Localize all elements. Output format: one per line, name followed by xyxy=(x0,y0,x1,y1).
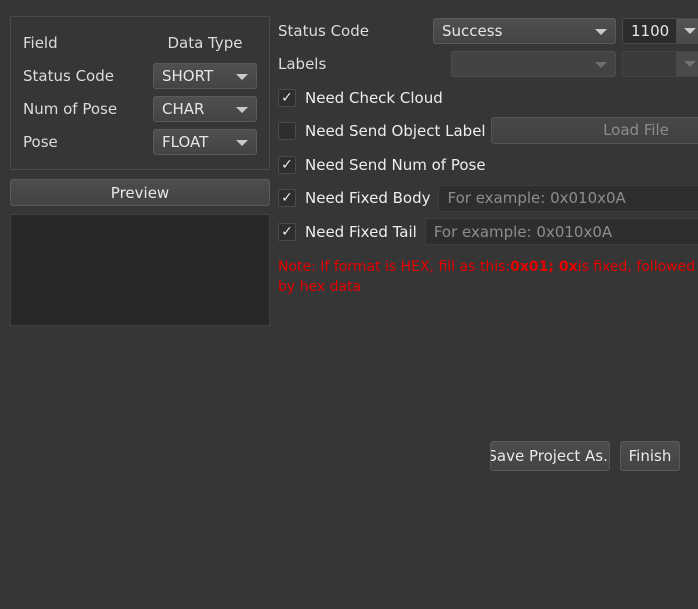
checkbox-need-fixed-tail[interactable]: ✓ xyxy=(278,222,296,241)
chevron-down-icon xyxy=(684,61,696,68)
hex-note-part1: Note: If format is HEX, fill as this: xyxy=(278,258,511,275)
preview-output-area[interactable] xyxy=(10,214,270,326)
fixed-tail-input[interactable]: For example: 0x010x0A xyxy=(424,218,698,246)
row-need-check-cloud: ✓ Need Check Cloud xyxy=(278,81,698,115)
row-need-send-object-label: Need Send Object Label Load File xyxy=(278,115,698,149)
status-code-label: Status Code xyxy=(278,21,369,40)
field-table-header: Field Data Type xyxy=(23,26,257,59)
checkbox-need-send-num-of-pose[interactable]: ✓ xyxy=(278,155,296,174)
status-code-combo-value: Success xyxy=(442,21,503,40)
hex-note-part2: 0x01; 0x xyxy=(510,258,578,275)
load-file-button[interactable]: Load File xyxy=(491,116,698,144)
checkbox-need-send-object-label[interactable] xyxy=(278,122,296,141)
chevron-down-icon xyxy=(684,27,696,34)
row-need-fixed-tail: ✓ Need Fixed Tail For example: 0x010x0A xyxy=(278,215,698,249)
status-code-combo[interactable]: Success xyxy=(433,17,616,44)
row-need-send-num-of-pose: ✓ Need Send Num of Pose xyxy=(278,148,698,182)
status-code-dropdown-button[interactable] xyxy=(676,18,698,43)
chevron-down-icon xyxy=(236,73,248,80)
protocol-settings-panel: Status Code Success 1100 Labels ✓ Need C… xyxy=(278,14,698,297)
labels-label: Labels xyxy=(278,55,327,74)
datatype-combo-num-of-pose-value: CHAR xyxy=(162,99,205,118)
chevron-down-icon xyxy=(595,62,607,69)
header-field-label: Field xyxy=(23,33,58,52)
label-need-check-cloud: Need Check Cloud xyxy=(305,88,443,107)
datatype-combo-status-code[interactable]: SHORT xyxy=(153,62,257,89)
datatype-combo-status-code-value: SHORT xyxy=(162,66,214,85)
label-need-send-num-of-pose: Need Send Num of Pose xyxy=(305,155,486,174)
chevron-down-icon xyxy=(236,106,248,113)
checkbox-need-check-cloud[interactable]: ✓ xyxy=(278,88,296,107)
row-status-code: Status Code Success 1100 xyxy=(278,14,698,48)
row-labels: Labels xyxy=(278,48,698,82)
save-project-as-button[interactable]: Save Project As.. xyxy=(490,441,610,471)
fixed-body-input[interactable]: For example: 0x010x0A xyxy=(438,184,698,212)
field-row-num-of-pose: Num of Pose CHAR xyxy=(23,92,257,125)
labels-dropdown-button[interactable] xyxy=(676,52,698,77)
label-need-fixed-body: Need Fixed Body xyxy=(305,189,431,208)
datatype-combo-num-of-pose[interactable]: CHAR xyxy=(153,95,257,122)
datatype-combo-pose[interactable]: FLOAT xyxy=(153,128,257,155)
chevron-down-icon xyxy=(236,139,248,146)
status-code-value-spinbox[interactable]: 1100 xyxy=(622,17,698,44)
hex-format-note: Note: If format is HEX, fill as this:0x0… xyxy=(278,257,696,297)
checkbox-need-fixed-body[interactable]: ✓ xyxy=(278,189,296,208)
field-label-pose: Pose xyxy=(23,132,58,151)
field-label-num-of-pose: Num of Pose xyxy=(23,99,118,118)
status-code-value: 1100 xyxy=(631,21,670,40)
header-data-type-label: Data Type xyxy=(167,33,243,52)
footer-button-bar: Save Project As.. Finish xyxy=(490,441,680,471)
field-row-pose: Pose FLOAT xyxy=(23,125,257,158)
label-need-send-object-label: Need Send Object Label xyxy=(305,122,486,141)
chevron-down-icon xyxy=(595,28,607,35)
finish-button[interactable]: Finish xyxy=(620,441,680,471)
field-label-status-code: Status Code xyxy=(23,66,114,85)
labels-combo[interactable] xyxy=(451,51,616,78)
preview-button[interactable]: Preview xyxy=(10,179,270,206)
field-definition-panel: Field Data Type Status Code SHORT Num of… xyxy=(10,16,270,326)
field-row-status-code: Status Code SHORT xyxy=(23,59,257,92)
datatype-combo-pose-value: FLOAT xyxy=(162,132,209,151)
labels-value-spinbox[interactable] xyxy=(622,51,698,78)
label-need-fixed-tail: Need Fixed Tail xyxy=(305,222,417,241)
field-groupbox: Field Data Type Status Code SHORT Num of… xyxy=(10,16,270,170)
row-need-fixed-body: ✓ Need Fixed Body For example: 0x010x0A xyxy=(278,182,698,216)
